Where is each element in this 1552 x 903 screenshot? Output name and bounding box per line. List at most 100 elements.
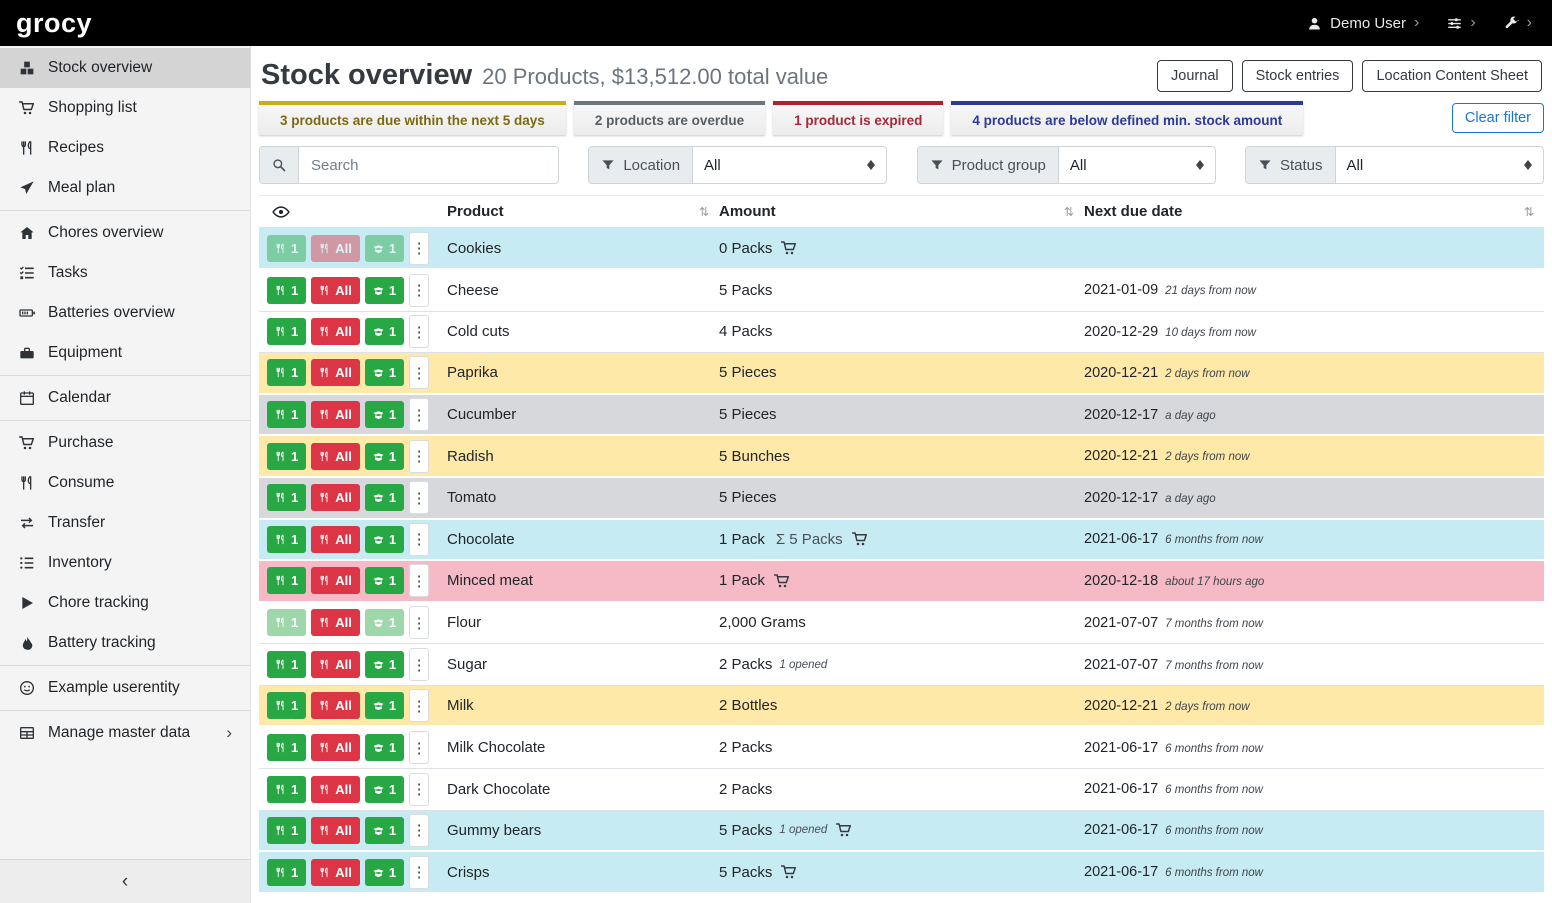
admin-menu[interactable]: › [1504, 14, 1532, 32]
location-content-sheet-button[interactable]: Location Content Sheet [1362, 60, 1542, 92]
sidebar-item-transfer[interactable]: Transfer [0, 503, 250, 543]
open-one-button[interactable]: 1 [365, 609, 404, 636]
sort-icon[interactable]: ⇅ [699, 205, 709, 219]
sidebar-item-chore-tracking[interactable]: Chore tracking [0, 583, 250, 623]
sidebar-item-equipment[interactable]: Equipment [0, 333, 250, 373]
sidebar-item-example-userentity[interactable]: Example userentity [0, 668, 250, 708]
open-one-button[interactable]: 1 [365, 235, 404, 262]
settings-menu[interactable]: › [1447, 14, 1475, 32]
sidebar-item-battery-tracking[interactable]: Battery tracking [0, 623, 250, 663]
row-menu-button[interactable]: ⋮ [409, 731, 429, 764]
row-menu-button[interactable]: ⋮ [409, 398, 429, 431]
consume-one-button[interactable]: 1 [267, 609, 306, 636]
open-one-button[interactable]: 1 [365, 277, 404, 304]
status-filter-select[interactable]: All [1336, 147, 1543, 183]
app-logo[interactable]: grocy [16, 8, 92, 39]
consume-all-button[interactable]: All [311, 484, 360, 511]
sidebar-item-inventory[interactable]: Inventory [0, 543, 250, 583]
row-menu-button[interactable]: ⋮ [409, 315, 429, 348]
row-menu-button[interactable]: ⋮ [409, 440, 429, 473]
consume-one-button[interactable]: 1 [267, 692, 306, 719]
consume-one-button[interactable]: 1 [267, 318, 306, 345]
consume-one-button[interactable]: 1 [267, 277, 306, 304]
row-menu-button[interactable]: ⋮ [409, 274, 429, 307]
open-one-button[interactable]: 1 [365, 359, 404, 386]
open-one-button[interactable]: 1 [365, 484, 404, 511]
consume-all-button[interactable]: All [311, 443, 360, 470]
row-menu-button[interactable]: ⋮ [409, 689, 429, 722]
consume-all-button[interactable]: All [311, 277, 360, 304]
consume-one-button[interactable]: 1 [267, 526, 306, 553]
sort-icon[interactable]: ⇅ [1064, 205, 1074, 219]
consume-one-button[interactable]: 1 [267, 443, 306, 470]
sidebar-item-batteries-overview[interactable]: Batteries overview [0, 293, 250, 333]
open-one-button[interactable]: 1 [365, 318, 404, 345]
user-menu[interactable]: Demo User › [1307, 14, 1419, 32]
row-menu-button[interactable]: ⋮ [409, 481, 429, 514]
open-one-button[interactable]: 1 [365, 567, 404, 594]
open-one-button[interactable]: 1 [365, 859, 404, 886]
sidebar-item-calendar[interactable]: Calendar [0, 378, 250, 418]
consume-one-button[interactable]: 1 [267, 401, 306, 428]
status-banner-overdue[interactable]: 2 products are overdue [574, 101, 765, 135]
consume-all-button[interactable]: All [311, 651, 360, 678]
column-header-product[interactable]: Product ⇅ [447, 203, 719, 220]
open-one-button[interactable]: 1 [365, 443, 404, 470]
consume-all-button[interactable]: All [311, 401, 360, 428]
column-header-amount[interactable]: Amount ⇅ [719, 203, 1084, 220]
row-menu-button[interactable]: ⋮ [409, 814, 429, 847]
open-one-button[interactable]: 1 [365, 776, 404, 803]
open-one-button[interactable]: 1 [365, 817, 404, 844]
status-banner-expired[interactable]: 1 product is expired [773, 101, 943, 135]
location-filter-select[interactable]: All [693, 147, 886, 183]
search-input[interactable] [299, 147, 558, 183]
consume-one-button[interactable]: 1 [267, 651, 306, 678]
consume-all-button[interactable]: All [311, 567, 360, 594]
sidebar-item-consume[interactable]: Consume [0, 463, 250, 503]
consume-one-button[interactable]: 1 [267, 776, 306, 803]
sidebar-item-meal-plan[interactable]: Meal plan [0, 168, 250, 208]
sidebar-collapse-button[interactable]: ‹ [0, 859, 250, 903]
row-menu-button[interactable]: ⋮ [409, 773, 429, 806]
open-one-button[interactable]: 1 [365, 651, 404, 678]
consume-all-button[interactable]: All [311, 235, 360, 262]
row-menu-button[interactable]: ⋮ [409, 232, 429, 265]
consume-all-button[interactable]: All [311, 609, 360, 636]
sidebar-item-shopping-list[interactable]: Shopping list [0, 88, 250, 128]
consume-one-button[interactable]: 1 [267, 859, 306, 886]
open-one-button[interactable]: 1 [365, 692, 404, 719]
status-banner-due-soon[interactable]: 3 products are due within the next 5 day… [259, 101, 566, 135]
consume-one-button[interactable]: 1 [267, 359, 306, 386]
consume-all-button[interactable]: All [311, 734, 360, 761]
row-menu-button[interactable]: ⋮ [409, 648, 429, 681]
row-menu-button[interactable]: ⋮ [409, 606, 429, 639]
sidebar-item-recipes[interactable]: Recipes [0, 128, 250, 168]
consume-all-button[interactable]: All [311, 318, 360, 345]
row-menu-button[interactable]: ⋮ [409, 356, 429, 389]
consume-one-button[interactable]: 1 [267, 817, 306, 844]
row-menu-button[interactable]: ⋮ [409, 856, 429, 889]
consume-one-button[interactable]: 1 [267, 235, 306, 262]
stock-entries-button[interactable]: Stock entries [1242, 60, 1354, 92]
clear-filter-button[interactable]: Clear filter [1452, 103, 1544, 133]
consume-all-button[interactable]: All [311, 776, 360, 803]
row-menu-button[interactable]: ⋮ [409, 564, 429, 597]
sidebar-item-manage-master-data[interactable]: Manage master data › [0, 713, 250, 753]
journal-button[interactable]: Journal [1157, 60, 1233, 92]
sidebar-item-tasks[interactable]: Tasks [0, 253, 250, 293]
consume-all-button[interactable]: All [311, 526, 360, 553]
consume-all-button[interactable]: All [311, 859, 360, 886]
sidebar-item-purchase[interactable]: Purchase [0, 423, 250, 463]
product-group-filter-select[interactable]: All [1059, 147, 1215, 183]
open-one-button[interactable]: 1 [365, 401, 404, 428]
sidebar-item-chores-overview[interactable]: Chores overview [0, 213, 250, 253]
consume-one-button[interactable]: 1 [267, 484, 306, 511]
open-one-button[interactable]: 1 [365, 526, 404, 553]
open-one-button[interactable]: 1 [365, 734, 404, 761]
consume-all-button[interactable]: All [311, 817, 360, 844]
sidebar-item-stock-overview[interactable]: Stock overview [0, 48, 250, 88]
column-header-next-due-date[interactable]: Next due date ⇅ [1084, 203, 1544, 220]
status-banner-below-min-stock[interactable]: 4 products are below defined min. stock … [951, 101, 1303, 135]
row-menu-button[interactable]: ⋮ [409, 523, 429, 556]
consume-one-button[interactable]: 1 [267, 734, 306, 761]
